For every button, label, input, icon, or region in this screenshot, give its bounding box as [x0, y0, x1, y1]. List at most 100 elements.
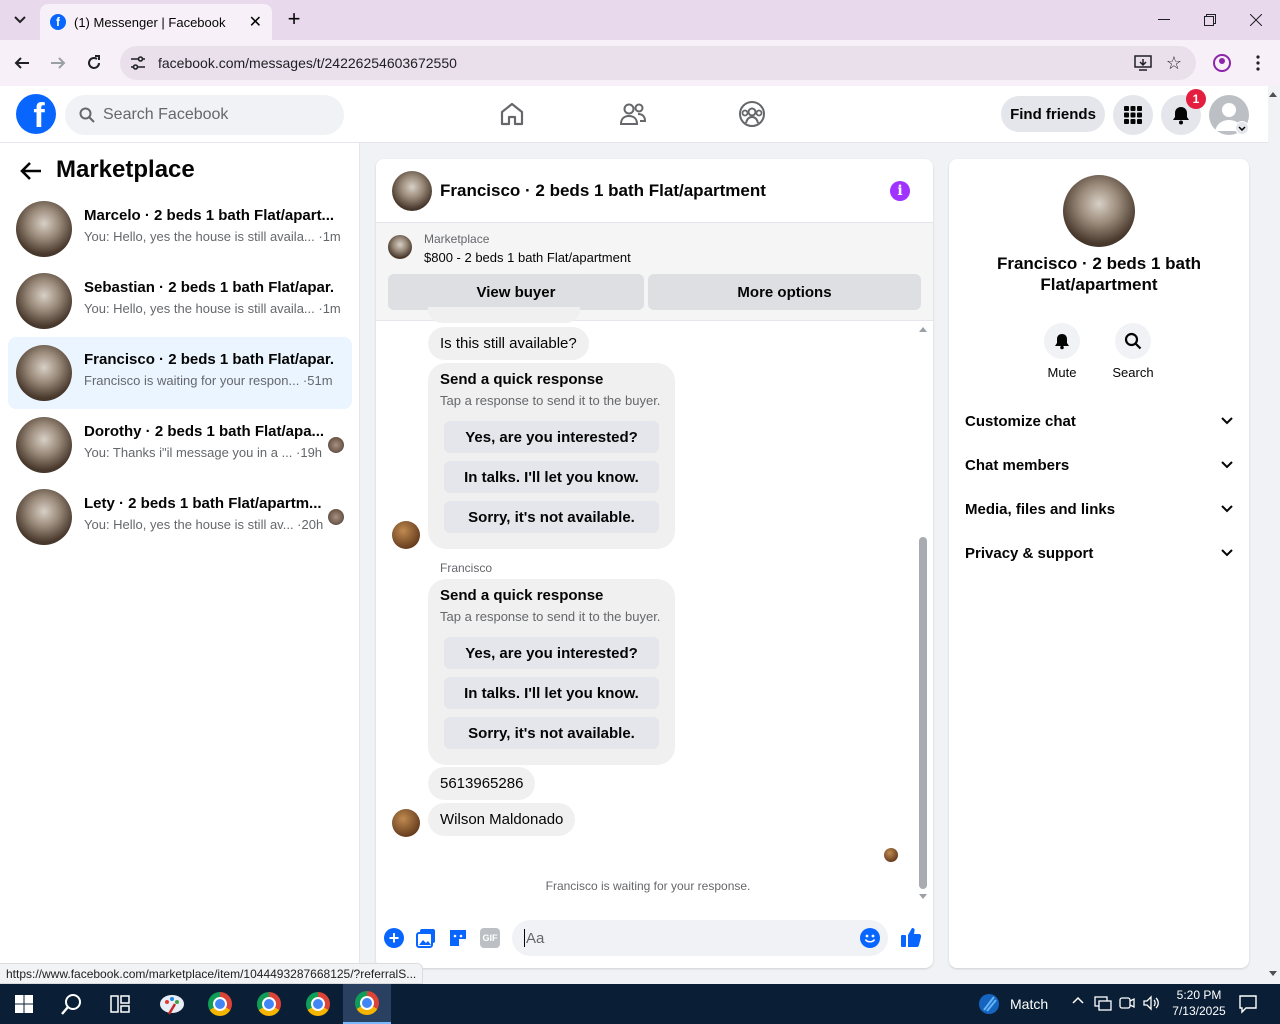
- search-label[interactable]: Search: [1093, 365, 1173, 380]
- listing-title[interactable]: $800 - 2 beds 1 bath Flat/apartment: [424, 250, 631, 265]
- section-label: Customize chat: [965, 412, 1076, 430]
- like-thumb-icon[interactable]: [900, 926, 922, 948]
- chrome-profile-b-icon[interactable]: [245, 984, 293, 1024]
- gif-icon[interactable]: GIF: [480, 928, 500, 948]
- chat-scrollbar[interactable]: [918, 321, 928, 901]
- chrome-profile-a-icon[interactable]: [196, 984, 244, 1024]
- media-files-links-section[interactable]: Media, files and links: [965, 487, 1233, 531]
- listing-thumbnail: [16, 273, 72, 329]
- message-input[interactable]: Aa: [512, 920, 888, 956]
- install-app-icon[interactable]: [1134, 55, 1152, 71]
- chrome-profile-c-icon[interactable]: [294, 984, 342, 1024]
- conversation-item-active[interactable]: Francisco · 2 beds 1 bath Flat/apar... F…: [8, 337, 352, 409]
- conversation-name: Sebastian · 2 beds 1 bath Flat/apar...: [84, 279, 334, 296]
- search-in-chat-icon[interactable]: [1115, 323, 1151, 359]
- back-icon[interactable]: [7, 48, 37, 78]
- sender-avatar[interactable]: [392, 521, 420, 549]
- sender-avatar[interactable]: [392, 809, 420, 837]
- view-buyer-button[interactable]: View buyer: [388, 274, 644, 310]
- page-scroll-up-icon[interactable]: [1268, 90, 1278, 98]
- restore-icon[interactable]: [1187, 0, 1233, 40]
- bookmark-star-icon[interactable]: ☆: [1166, 53, 1182, 74]
- new-tab-icon[interactable]: +: [282, 8, 306, 32]
- weather-widget[interactable]: Match: [978, 992, 1048, 1016]
- mute-label[interactable]: Mute: [1022, 365, 1102, 380]
- conversation-item[interactable]: Lety · 2 beds 1 bath Flat/apartm... You:…: [8, 481, 352, 553]
- find-friends-button[interactable]: Find friends: [1001, 96, 1105, 132]
- quick-response-card: Send a quick response Tap a response to …: [428, 579, 675, 765]
- sticker-icon[interactable]: [448, 928, 468, 948]
- paint-app-icon[interactable]: [148, 984, 196, 1024]
- conversation-preview: You: Hello, yes the house is still av...…: [84, 517, 324, 532]
- clock[interactable]: 5:20 PM 7/13/2025: [1164, 987, 1234, 1019]
- listing-label: Marketplace: [424, 232, 490, 246]
- home-icon[interactable]: [498, 100, 526, 128]
- chrome-active-window-icon[interactable]: [343, 984, 391, 1024]
- facebook-favicon-icon: f: [50, 14, 66, 30]
- volume-icon[interactable]: [1142, 995, 1160, 1011]
- listing-thumbnail: [16, 201, 72, 257]
- reload-icon[interactable]: [79, 48, 109, 78]
- quick-response-title: Send a quick response: [440, 371, 604, 388]
- forward-icon[interactable]: [43, 48, 73, 78]
- quick-reply-yes-button[interactable]: Yes, are you interested?: [444, 637, 659, 669]
- profile-thumbnail[interactable]: [1063, 175, 1135, 247]
- url-text[interactable]: facebook.com/messages/t/2422625460367255…: [158, 55, 1134, 71]
- facebook-logo[interactable]: f: [16, 94, 56, 134]
- more-options-button[interactable]: More options: [648, 274, 921, 310]
- close-window-icon[interactable]: [1233, 0, 1279, 40]
- profile-icon[interactable]: [1207, 48, 1237, 78]
- tray-chevron-up-icon[interactable]: [1072, 996, 1084, 1004]
- conversation-item[interactable]: Sebastian · 2 beds 1 bath Flat/apar... Y…: [8, 265, 352, 337]
- mute-bell-icon[interactable]: [1044, 323, 1080, 359]
- close-tab-icon[interactable]: ✕: [249, 12, 262, 32]
- windows-start-icon[interactable]: [0, 984, 48, 1024]
- minimize-icon[interactable]: [1141, 0, 1187, 40]
- quick-reply-talks-button[interactable]: In talks. I'll let you know.: [444, 461, 659, 493]
- read-receipt-avatar: [884, 848, 898, 862]
- info-icon[interactable]: i: [890, 181, 910, 201]
- privacy-support-section[interactable]: Privacy & support: [965, 531, 1233, 575]
- customize-chat-section[interactable]: Customize chat: [965, 399, 1233, 443]
- conversation-item[interactable]: Dorothy · 2 beds 1 bath Flat/apa... You:…: [8, 409, 352, 481]
- listing-thumbnail: [16, 417, 72, 473]
- browser-tab[interactable]: f (1) Messenger | Facebook ✕: [40, 4, 272, 40]
- photo-icon[interactable]: [416, 928, 436, 948]
- chat-scrollbar-thumb[interactable]: [919, 537, 927, 889]
- waiting-notice: Francisco is waiting for your response.: [545, 879, 751, 893]
- search-facebook-input[interactable]: Search Facebook: [65, 95, 344, 135]
- chat-avatar[interactable]: [392, 171, 432, 211]
- quick-reply-yes-button[interactable]: Yes, are you interested?: [444, 421, 659, 453]
- chat-panel: Francisco · 2 beds 1 bath Flat/apartment…: [376, 159, 933, 968]
- tab-search-chevron-icon[interactable]: [8, 8, 32, 32]
- menu-grid-icon[interactable]: [1113, 95, 1153, 135]
- site-settings-icon[interactable]: [130, 56, 148, 70]
- chevron-down-icon: [1221, 417, 1233, 425]
- message-bubble: Wilson Maldonado: [428, 803, 576, 836]
- message-thread: Is this still available? Send a quick re…: [376, 307, 933, 901]
- conversation-list-panel: Marketplace Marcelo · 2 beds 1 bath Flat…: [0, 143, 360, 968]
- conversation-item[interactable]: Marcelo · 2 beds 1 bath Flat/apart... Yo…: [8, 193, 352, 265]
- chat-title[interactable]: Francisco · 2 beds 1 bath Flat/apartment: [440, 181, 766, 201]
- network-icon[interactable]: [1094, 995, 1112, 1011]
- emoji-icon[interactable]: [860, 928, 880, 948]
- task-view-icon[interactable]: [96, 984, 144, 1024]
- back-arrow-icon[interactable]: [20, 161, 42, 181]
- omnibox[interactable]: facebook.com/messages/t/2422625460367255…: [120, 46, 1196, 80]
- account-chevron-icon[interactable]: [1235, 121, 1249, 135]
- quick-reply-sorry-button[interactable]: Sorry, it's not available.: [444, 501, 659, 533]
- add-attachment-icon[interactable]: +: [384, 928, 404, 948]
- quick-reply-sorry-button[interactable]: Sorry, it's not available.: [444, 717, 659, 749]
- browser-menu-icon[interactable]: [1243, 48, 1273, 78]
- message-bubble: Is this still available?: [428, 327, 589, 360]
- friends-icon[interactable]: [618, 100, 648, 128]
- tab-title: (1) Messenger | Facebook: [74, 14, 226, 30]
- groups-icon[interactable]: [738, 100, 766, 128]
- chat-members-section[interactable]: Chat members: [965, 443, 1233, 487]
- meet-now-icon[interactable]: [1118, 995, 1136, 1011]
- taskbar-search-icon[interactable]: [48, 984, 96, 1024]
- page-scroll-down-icon[interactable]: [1268, 970, 1278, 978]
- action-center-icon[interactable]: [1238, 994, 1258, 1014]
- quick-reply-talks-button[interactable]: In talks. I'll let you know.: [444, 677, 659, 709]
- browser-tab-bar: f (1) Messenger | Facebook ✕ +: [0, 0, 1280, 40]
